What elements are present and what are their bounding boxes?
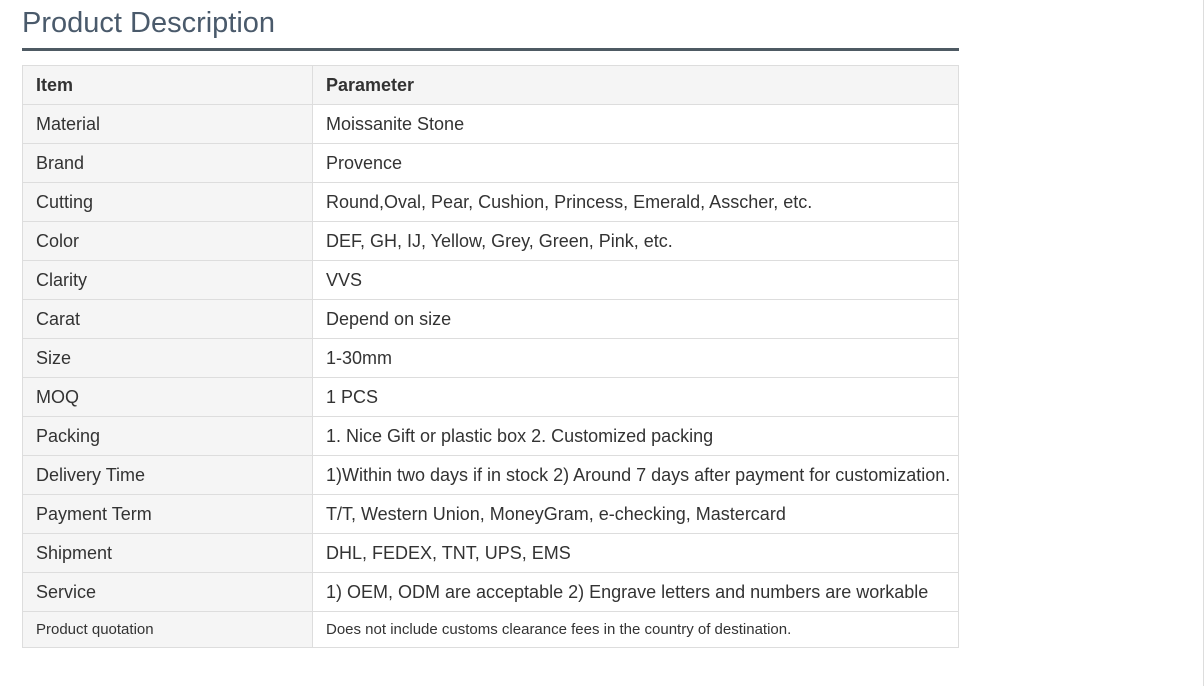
item-cell: Product quotation [22,611,313,648]
table-row: Product quotation Does not include custo… [22,611,959,648]
item-cell: Size [22,338,313,378]
parameter-cell: Does not include customs clearance fees … [312,611,959,648]
parameter-cell: Provence [312,143,959,183]
parameter-cell: T/T, Western Union, MoneyGram, e-checkin… [312,494,959,534]
item-cell: Color [22,221,313,261]
item-cell: Packing [22,416,313,456]
item-cell: Material [22,104,313,144]
parameter-cell: VVS [312,260,959,300]
table-row: Packing 1. Nice Gift or plastic box 2. C… [22,416,959,456]
parameter-cell: DHL, FEDEX, TNT, UPS, EMS [312,533,959,573]
parameter-cell: 1. Nice Gift or plastic box 2. Customize… [312,416,959,456]
table-row: Size 1-30mm [22,338,959,378]
table-row: Carat Depend on size [22,299,959,339]
item-cell: MOQ [22,377,313,417]
title-divider [22,48,959,51]
item-cell: Service [22,572,313,612]
table-row: Cutting Round,Oval, Pear, Cushion, Princ… [22,182,959,222]
table-row: Shipment DHL, FEDEX, TNT, UPS, EMS [22,533,959,573]
item-cell: Brand [22,143,313,183]
product-description-page: Product Description Item Parameter Mater… [0,0,1204,686]
parameter-cell: Moissanite Stone [312,104,959,144]
table-row: Material Moissanite Stone [22,104,959,144]
product-spec-table: Item Parameter Material Moissanite Stone… [22,65,959,648]
parameter-cell: Round,Oval, Pear, Cushion, Princess, Eme… [312,182,959,222]
item-cell: Delivery Time [22,455,313,495]
table-row: Clarity VVS [22,260,959,300]
table-row: Service 1) OEM, ODM are acceptable 2) En… [22,572,959,612]
header-parameter: Parameter [312,65,959,105]
item-cell: Shipment [22,533,313,573]
table-row: Brand Provence [22,143,959,183]
parameter-cell: 1) OEM, ODM are acceptable 2) Engrave le… [312,572,959,612]
item-cell: Clarity [22,260,313,300]
table-row: MOQ 1 PCS [22,377,959,417]
parameter-cell: Depend on size [312,299,959,339]
parameter-cell: 1 PCS [312,377,959,417]
table-row: Delivery Time 1)Within two days if in st… [22,455,959,495]
parameter-cell: DEF, GH, IJ, Yellow, Grey, Green, Pink, … [312,221,959,261]
parameter-cell: 1)Within two days if in stock 2) Around … [312,455,959,495]
table-row: Color DEF, GH, IJ, Yellow, Grey, Green, … [22,221,959,261]
item-cell: Cutting [22,182,313,222]
header-item: Item [22,65,313,105]
parameter-cell: 1-30mm [312,338,959,378]
item-cell: Payment Term [22,494,313,534]
table-row: Payment Term T/T, Western Union, MoneyGr… [22,494,959,534]
item-cell: Carat [22,299,313,339]
table-header-row: Item Parameter [22,65,959,105]
section-title: Product Description [22,7,276,39]
